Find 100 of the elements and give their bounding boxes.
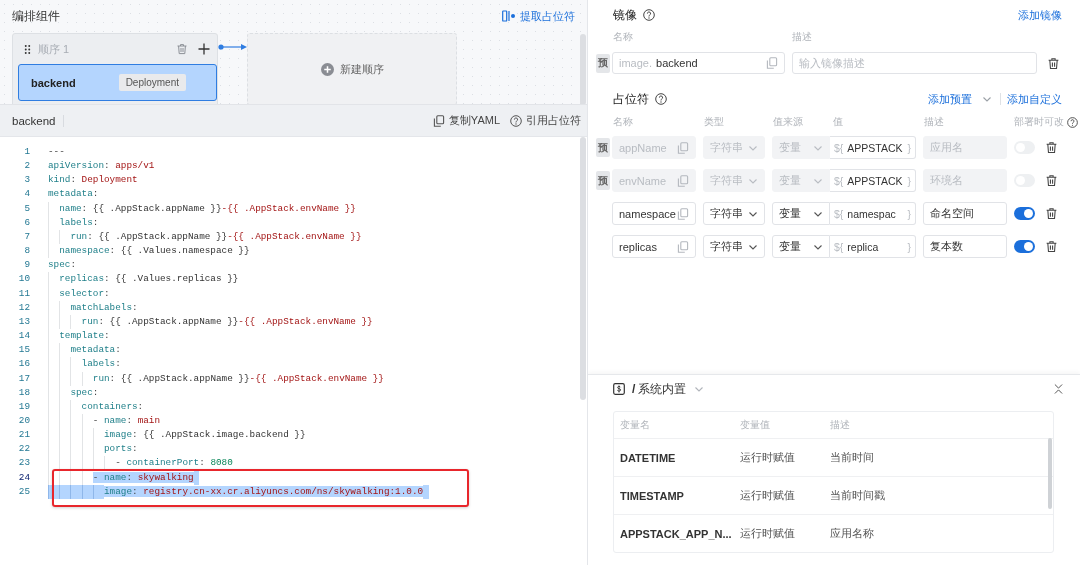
column-label: 名称: [613, 30, 634, 44]
code-line: run: {{ .AppStack.appName }}-{{ .AppStack.envName }}: [48, 229, 362, 245]
component-card[interactable]: backend Deployment: [18, 64, 217, 101]
collapse-icon[interactable]: [1054, 383, 1063, 395]
table-cell-text: TIMESTAMP: [620, 489, 685, 502]
section-title: 占位符: [613, 90, 649, 108]
image-description-field[interactable]: 输入镜像描述: [792, 52, 1037, 74]
drag-handle-icon[interactable]: [24, 43, 31, 55]
line-number: 17: [17, 371, 30, 386]
line-number: 9: [23, 258, 30, 273]
line-number: 23: [17, 456, 30, 471]
copy-yaml-button[interactable]: 复制YAML: [432, 113, 500, 128]
copy-icon[interactable]: [766, 57, 778, 69]
line-number: 18: [17, 385, 30, 400]
line-number: 13: [17, 314, 30, 329]
line-number: 8: [23, 244, 30, 259]
column-header: 变量名: [620, 418, 651, 432]
code-line: labels:: [48, 357, 121, 372]
table-cell-text: DATETIME: [620, 451, 677, 464]
line-number: 3: [23, 173, 30, 188]
trash-icon[interactable]: [1045, 174, 1058, 187]
copy-icon[interactable]: [677, 240, 689, 253]
code-line: ports:: [48, 442, 138, 457]
trash-icon[interactable]: [1045, 207, 1058, 220]
plus-circle-icon: [320, 62, 334, 76]
line-number: 12: [17, 300, 30, 315]
plus-icon[interactable]: [198, 43, 210, 55]
add-image-link[interactable]: 添加镜像: [1018, 7, 1062, 23]
help-icon[interactable]: [1067, 116, 1078, 128]
description-field[interactable]: 复本数: [923, 235, 1007, 258]
name-field[interactable]: replicas: [612, 235, 696, 258]
code-line: containers:: [48, 399, 144, 414]
code-line: ---: [48, 145, 65, 159]
extract-placeholder-link[interactable]: 提取占位符: [502, 8, 575, 24]
preset-badge: 预: [596, 53, 610, 73]
line-number: 19: [17, 399, 30, 414]
table-cell-text: 运行时赋值: [740, 526, 796, 541]
column-label: 描述: [923, 115, 945, 129]
column-label: 名称: [612, 115, 634, 129]
breadcrumb-separator: /: [632, 382, 636, 396]
preset-badge: 预: [596, 138, 610, 157]
code-line: template:: [48, 329, 110, 344]
value-field[interactable]: ${ namespac }: [830, 202, 916, 225]
trash-icon[interactable]: [1047, 56, 1060, 70]
help-icon[interactable]: [643, 9, 655, 21]
line-number: 25: [17, 484, 30, 499]
line-number: 15: [17, 343, 30, 358]
image-name-field[interactable]: image. backend: [612, 52, 785, 74]
line-number: 7: [23, 229, 30, 244]
column-label: 描述: [792, 30, 812, 44]
code-line: - containerPort: 8080: [48, 456, 233, 471]
source-select[interactable]: 变量: [772, 235, 830, 258]
column-header: 描述: [830, 418, 850, 432]
line-number: 22: [17, 442, 30, 457]
column-label: 部署时可改: [1014, 115, 1064, 129]
trash-icon[interactable]: [1045, 240, 1058, 253]
line-number: 24: [17, 470, 30, 485]
scrollbar-thumb[interactable]: [580, 137, 586, 400]
type-select[interactable]: 字符串: [703, 202, 765, 225]
column-label: 值来源: [772, 115, 804, 129]
panel-title: 编排组件: [12, 8, 60, 24]
description-field[interactable]: 命名空间: [923, 202, 1007, 225]
source-select[interactable]: 变量: [772, 202, 830, 225]
line-number: 21: [17, 428, 30, 443]
chevron-down-icon[interactable]: [982, 94, 992, 104]
bracket-icon: [502, 10, 516, 22]
name-field[interactable]: namespace: [612, 202, 696, 225]
new-stage-button[interactable]: 新建顺序: [247, 33, 457, 104]
trash-icon[interactable]: [1045, 141, 1058, 154]
scrollbar-thumb[interactable]: [580, 34, 586, 104]
line-number: 20: [17, 413, 30, 428]
add-preset-link[interactable]: 添加预置: [928, 91, 972, 107]
value-field[interactable]: ${ replica }: [830, 235, 916, 258]
help-icon: [510, 114, 522, 127]
code-line: image: registry.cn-xx.cr.aliyuncs.com/ns/skywalking:1.0.0: [48, 484, 429, 499]
toggle-switch[interactable]: [1014, 240, 1035, 253]
line-number: 11: [17, 286, 30, 301]
help-icon[interactable]: [655, 93, 667, 105]
kind-tag: Deployment: [118, 74, 186, 91]
toggle-switch[interactable]: [1014, 207, 1035, 220]
type-select[interactable]: 字符串: [703, 235, 765, 258]
component-name: backend: [31, 76, 76, 89]
code-line: selector:: [48, 286, 110, 301]
source-dropdown[interactable]: 系统内置: [638, 381, 705, 397]
table-cell: 当前时间: [830, 450, 874, 465]
table-cell: 当前时间戳: [830, 488, 885, 503]
column-label: 值: [832, 115, 844, 129]
line-number: 4: [23, 187, 30, 202]
add-custom-link[interactable]: 添加自定义: [1007, 91, 1062, 107]
editor-title: backend: [12, 114, 56, 127]
table-cell: 应用名称: [830, 526, 874, 541]
code-line: kind: Deployment: [48, 173, 138, 188]
line-number: 14: [17, 329, 30, 344]
copy-icon[interactable]: [677, 207, 689, 220]
section-title: 镜像: [613, 6, 637, 24]
reference-placeholder-button[interactable]: 引用占位符: [510, 113, 581, 128]
code-line: spec:: [48, 258, 76, 273]
code-line: metadata:: [48, 187, 99, 202]
code-line: run: {{ .AppStack.appName }}-{{ .AppStack.envName }}: [48, 371, 384, 386]
column-header: 变量值: [740, 418, 771, 432]
